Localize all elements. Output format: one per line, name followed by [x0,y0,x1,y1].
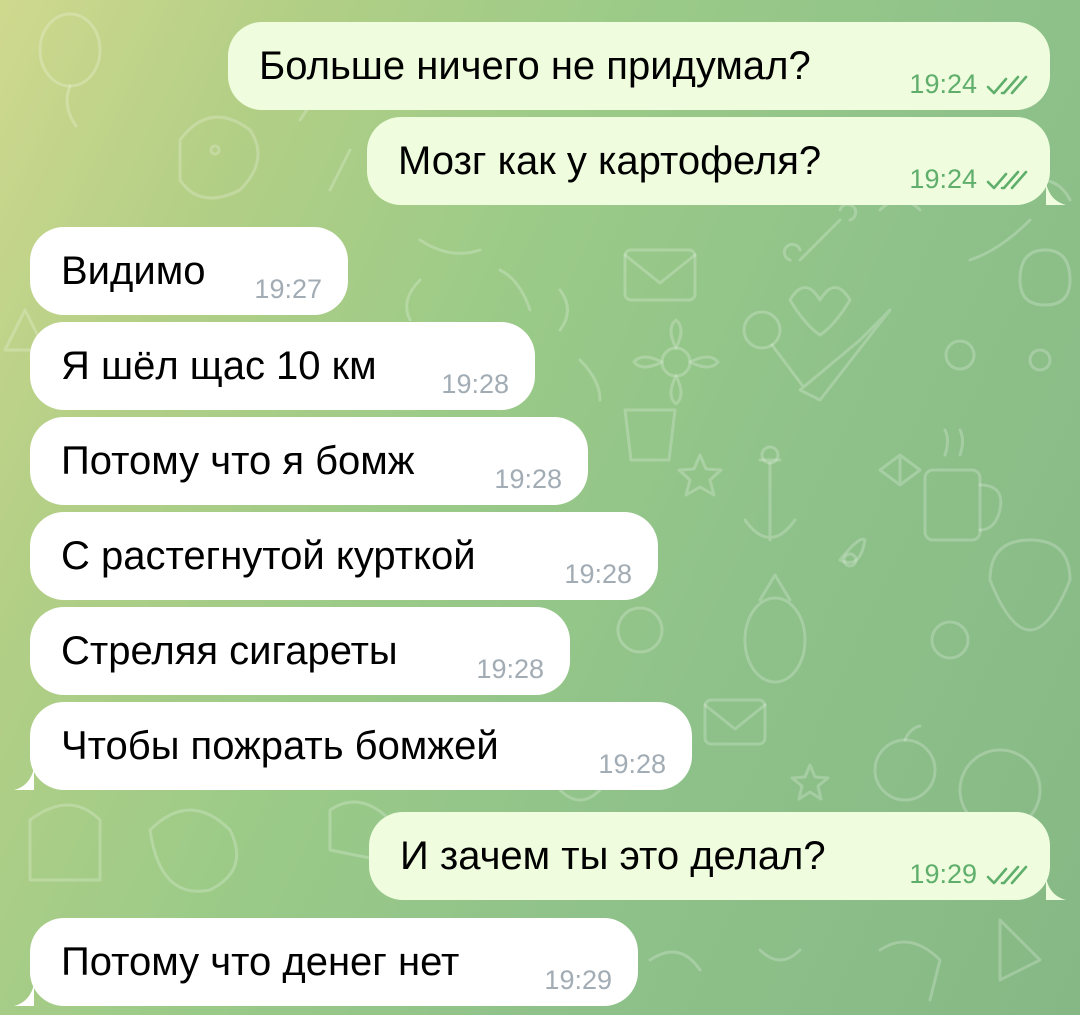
message-time: 19:28 [476,654,544,684]
double-check-icon [986,865,1028,885]
message-text: Потому что я бомж [61,439,415,483]
message-time: 19:27 [254,274,322,304]
bubble-tail [1046,183,1066,205]
message-text: Стреляя сигареты [61,629,398,673]
message-bubble-incoming[interactable]: С растегнутой курткой 19:28 [30,512,658,600]
message-bubble-incoming[interactable]: Потому что я бомж 19:28 [30,417,588,505]
bubble-tail [14,984,34,1006]
message-text: С растегнутой курткой [61,534,476,578]
message-bubble-outgoing[interactable]: Мозг как у картофеля? 19:24 [367,117,1050,205]
message-bubble-incoming[interactable]: Стреляя сигареты 19:28 [30,607,570,695]
message-bubble-incoming[interactable]: Видимо 19:27 [30,227,348,315]
message-time: 19:29 [544,965,612,995]
double-check-icon [986,170,1028,190]
message-time: 19:24 [909,164,977,194]
message-time: 19:28 [564,559,632,589]
bubble-tail [1046,878,1066,900]
message-text: Видимо [61,249,206,293]
message-time: 19:24 [909,69,977,99]
message-time: 19:28 [598,749,666,779]
message-text: Чтобы пожрать бомжей [61,724,499,768]
message-text: Мозг как у картофеля? [398,139,822,183]
double-check-icon [986,75,1028,95]
message-time: 19:28 [494,464,562,494]
message-bubble-incoming[interactable]: Я шёл щас 10 км 19:28 [30,322,535,410]
message-bubble-incoming[interactable]: Чтобы пожрать бомжей 19:28 [30,702,692,790]
bubble-tail [14,768,34,790]
message-text: Я шёл щас 10 км [61,344,377,388]
message-bubble-incoming[interactable]: Потому что денег нет 19:29 [30,918,638,1006]
message-text: Больше ничего не придумал? [259,44,811,88]
message-time: 19:29 [909,859,977,889]
chat-background: Больше ничего не придумал? 19:24 Мозг ка… [0,0,1080,1015]
message-bubble-outgoing[interactable]: И зачем ты это делал? 19:29 [369,812,1050,900]
message-text: Потому что денег нет [61,940,460,984]
message-text: И зачем ты это делал? [400,834,826,878]
message-bubble-outgoing[interactable]: Больше ничего не придумал? 19:24 [228,22,1050,110]
message-time: 19:28 [441,369,509,399]
